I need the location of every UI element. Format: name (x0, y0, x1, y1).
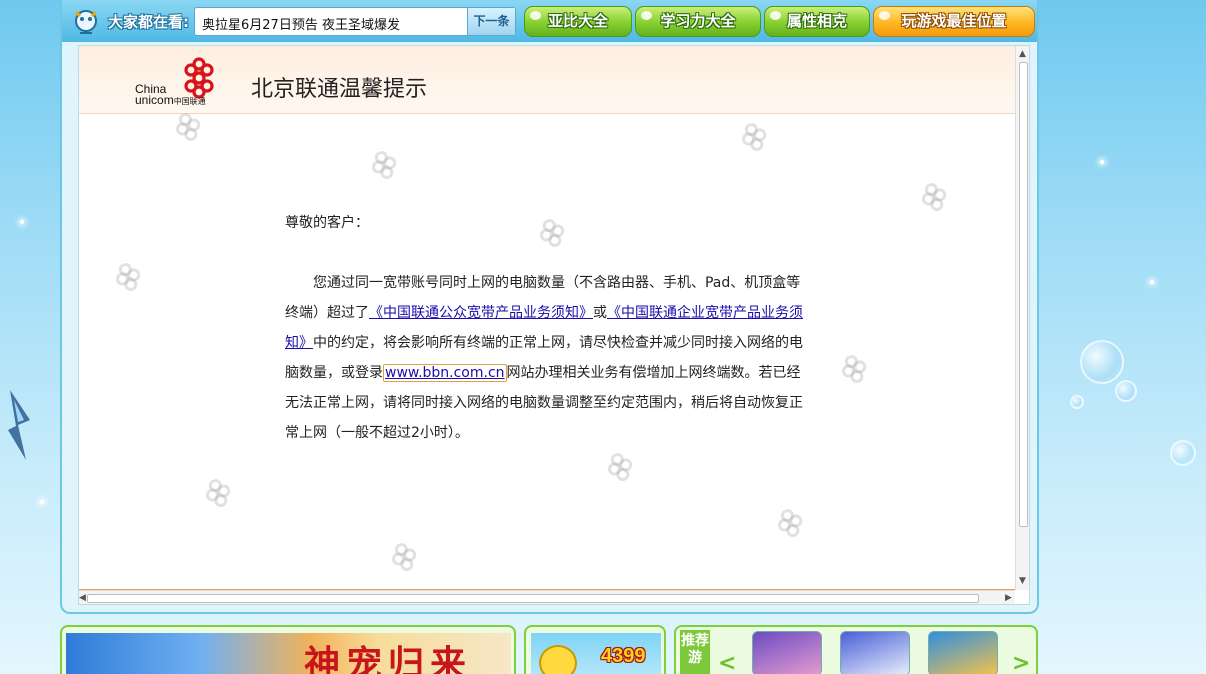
watermark (715, 118, 776, 165)
notice-header: China unicom中国联通 北京联通温馨提示 (79, 46, 1015, 114)
page-title: 北京联通温馨提示 (251, 77, 428, 102)
decor-sparkle (20, 220, 24, 224)
recommended-games: 推荐游 < > (674, 625, 1038, 674)
scroll-right-icon[interactable]: ▶ (1005, 593, 1012, 603)
game-thumbnail[interactable] (928, 631, 998, 674)
horizontal-scrollbar[interactable]: ◀ ▶ (79, 590, 1015, 604)
chevron-right-icon[interactable]: > (1012, 651, 1030, 674)
scroll-up-icon[interactable]: ▲ (1019, 49, 1026, 59)
greeting: 尊敬的客户： (285, 215, 369, 231)
watermark (179, 474, 240, 521)
watermark (895, 178, 956, 225)
main-frame: 大家都在看: 奥拉星6月27日预告 夜王圣域爆发 下一条 亚比大全 学习力大全 … (60, 0, 1039, 614)
nav-button-label: 亚比大全 (547, 12, 608, 30)
decor-bubble (1170, 440, 1196, 466)
notice-body: 尊敬的客户： 您通过同一宽带账号同时上网的电脑数量（不含路由器、手机、Pad、机… (285, 208, 807, 448)
nav-button-study[interactable]: 学习力大全 (635, 6, 761, 37)
promo-logo-text: 4399 (601, 645, 646, 667)
pill-shine (530, 11, 541, 20)
watermark (89, 258, 150, 305)
watermark (581, 448, 642, 495)
public-broadband-terms-link[interactable]: 《中国联通公众宽带产品业务须知》 (369, 305, 593, 321)
scroll-left-icon[interactable]: ◀ (79, 593, 86, 603)
promo-title: 神宠归来 (304, 643, 473, 674)
nav-button-label: 玩游戏最佳位置 (901, 12, 1007, 30)
watermark (149, 108, 210, 155)
logo-cn: 中国联通 (173, 97, 206, 106)
recommend-tab: 推荐游 (680, 630, 710, 674)
decor-sparkle (1150, 280, 1154, 284)
nav-button-label: 学习力大全 (660, 12, 736, 30)
decor-sparkle (40, 500, 44, 504)
pill-shine (770, 11, 781, 20)
nav-button-attribute[interactable]: 属性相克 (764, 6, 870, 37)
notice-paragraph: 您通过同一宽带账号同时上网的电脑数量（不含路由器、手机、Pad、机顶盒等终端）超… (285, 268, 807, 448)
notice-or: 或 (593, 305, 607, 321)
watching-label: 大家都在看: (108, 13, 189, 31)
watermark (815, 350, 876, 397)
promo-image[interactable]: 4399 (531, 633, 661, 674)
promo-image[interactable]: 神宠归来 (66, 633, 511, 674)
decor-bubble (1070, 395, 1084, 409)
pill-shine (879, 11, 890, 20)
promo-banner-shenchong[interactable]: 神宠归来 (60, 625, 516, 674)
news-ticker[interactable]: 奥拉星6月27日预告 夜王圣域爆发 下一条 (194, 7, 516, 36)
bbn-website-link[interactable]: www.bbn.com.cn (383, 364, 507, 382)
vertical-scrollbar[interactable]: ▲ ▼ (1015, 46, 1029, 590)
decor-sparkle (1100, 160, 1104, 164)
watermark (365, 538, 426, 585)
top-toolbar: 大家都在看: 奥拉星6月27日预告 夜王圣域爆发 下一条 亚比大全 学习力大全 … (62, 0, 1037, 42)
nav-button-best-position[interactable]: 玩游戏最佳位置 (873, 6, 1035, 37)
logo-text: China unicom中国联通 (135, 83, 206, 107)
chevron-left-icon[interactable]: < (718, 651, 736, 674)
pill-shine (641, 11, 652, 20)
watermark (345, 146, 406, 193)
mascot-icon (74, 10, 98, 34)
logo-en-2: unicom (135, 93, 174, 107)
mascot-icon (539, 645, 577, 674)
news-headline[interactable]: 奥拉星6月27日预告 夜王圣域爆发 (202, 14, 400, 33)
vertical-scroll-thumb[interactable] (1019, 62, 1028, 527)
horizontal-scroll-thumb[interactable] (87, 594, 979, 603)
watermark (751, 504, 812, 551)
next-news-button[interactable]: 下一条 (467, 8, 515, 35)
game-thumbnail[interactable] (752, 631, 822, 674)
nav-button-yabi[interactable]: 亚比大全 (524, 6, 632, 37)
decor-bubble (1115, 380, 1137, 402)
promo-banner-4399[interactable]: 4399 (524, 625, 666, 674)
decor-bubble (1080, 340, 1124, 384)
notice-page: China unicom中国联通 北京联通温馨提示 尊敬的客户： 您通过同一宽带… (78, 45, 1030, 605)
decor-creature-icon (8, 390, 30, 460)
nav-button-label: 属性相克 (786, 12, 847, 30)
scroll-down-icon[interactable]: ▼ (1019, 576, 1026, 586)
game-thumbnail[interactable] (840, 631, 910, 674)
